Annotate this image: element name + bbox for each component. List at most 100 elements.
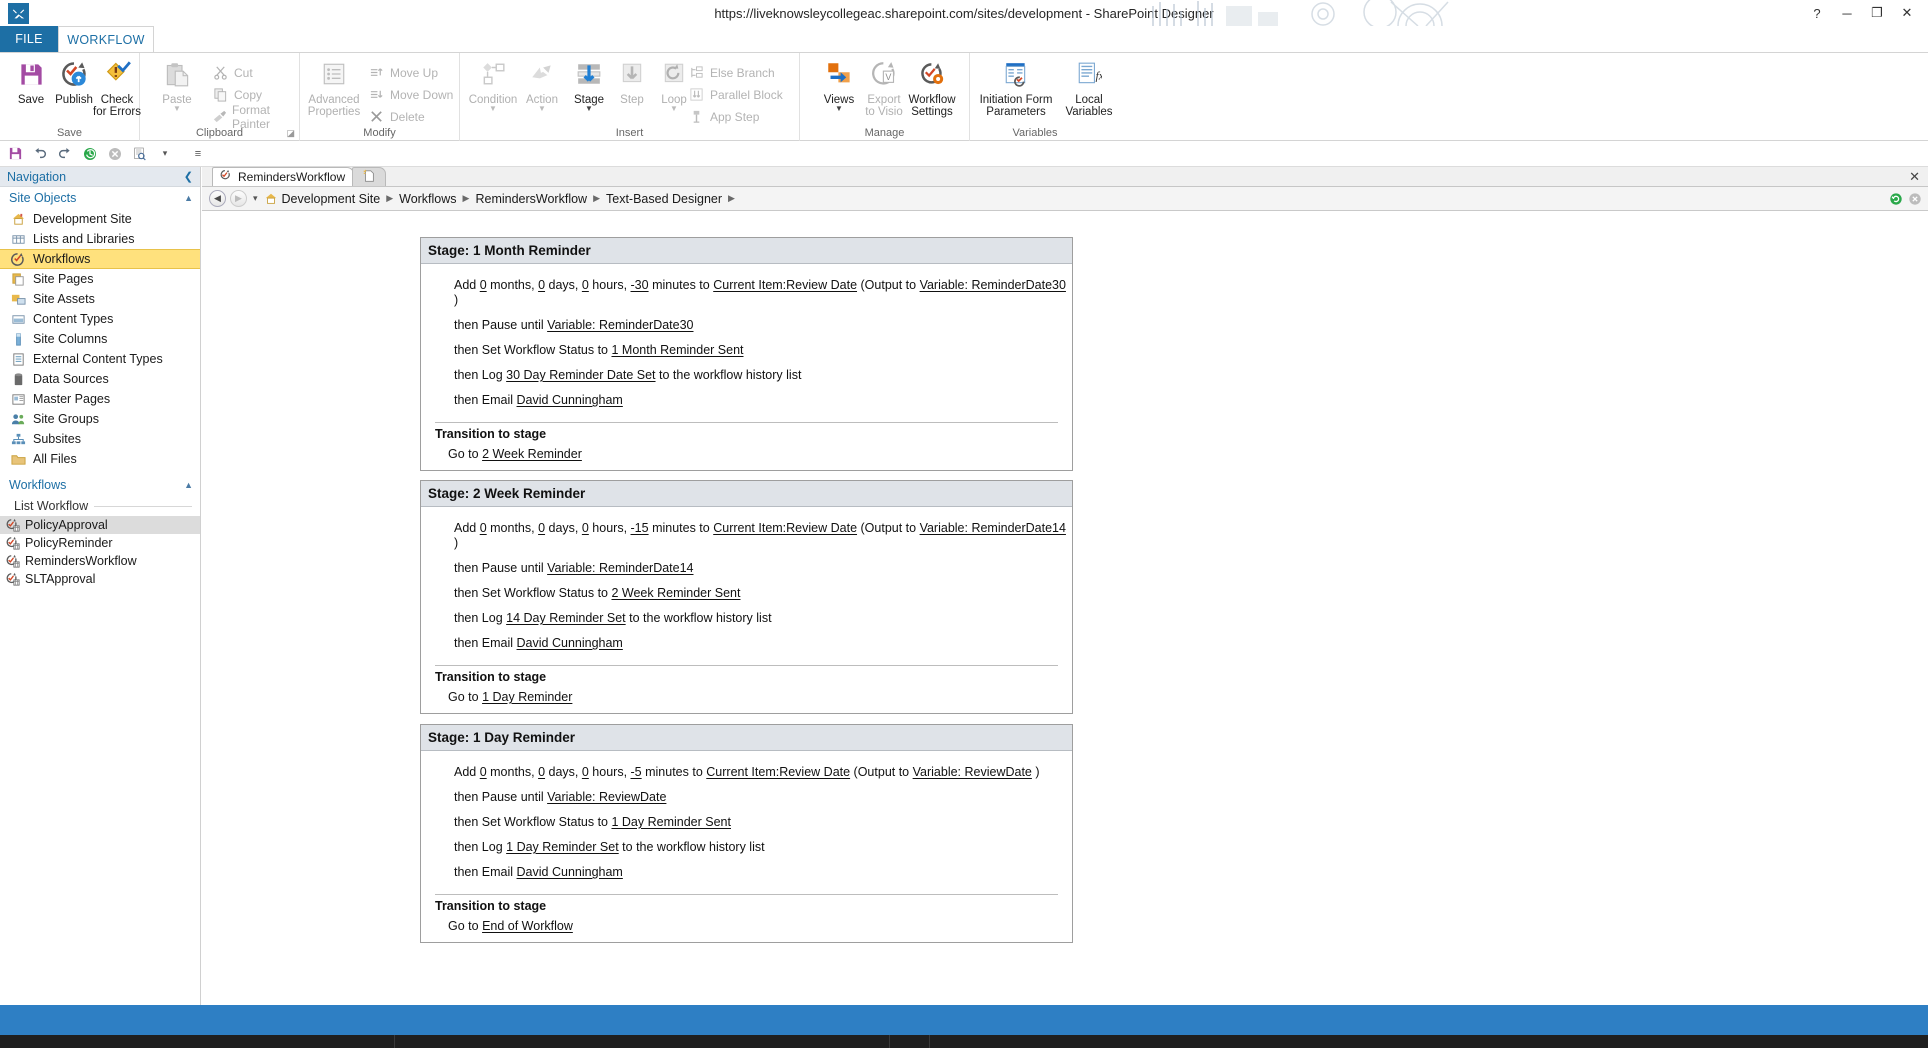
sidebar-item-development-site[interactable]: Development Site xyxy=(0,209,200,229)
workflow-step[interactable]: then Email David Cunningham xyxy=(421,388,1072,413)
clipboard-dialog-launcher[interactable]: ◪ xyxy=(286,128,295,139)
sidebar-item-external-content-types[interactable]: External Content Types xyxy=(0,349,200,369)
condition-dropdown-icon[interactable]: ▼ xyxy=(489,105,497,113)
workflow-step[interactable]: Add 0 months, 0 days, 0 hours, -30 minut… xyxy=(421,273,1072,313)
step-parameter[interactable]: 0 xyxy=(538,278,545,292)
step-parameter[interactable]: 1 Day Reminder Set xyxy=(506,840,619,854)
action-dropdown-icon[interactable]: ▼ xyxy=(538,105,546,113)
step-parameter[interactable]: 0 xyxy=(480,521,487,535)
views-dropdown-icon[interactable]: ▼ xyxy=(835,105,843,113)
parallel-block-button[interactable]: Parallel Block xyxy=(688,84,783,105)
step-parameter[interactable]: 1 Month Reminder Sent xyxy=(611,343,743,357)
check-for-errors-button[interactable]: Check for Errors xyxy=(88,57,146,123)
step-parameter[interactable]: -15 xyxy=(631,521,649,535)
workflow-settings-button[interactable]: Workflow Settings xyxy=(903,57,961,123)
step-parameter[interactable]: David Cunningham xyxy=(517,393,623,407)
stage-dropdown-icon[interactable]: ▼ xyxy=(585,105,593,113)
help-button[interactable]: ? xyxy=(1802,1,1832,25)
step-parameter[interactable]: 0 xyxy=(582,765,589,779)
step-parameter[interactable]: 0 xyxy=(480,278,487,292)
step-parameter[interactable]: 30 Day Reminder Date Set xyxy=(506,368,655,382)
step-parameter[interactable]: -30 xyxy=(631,278,649,292)
stage-title[interactable]: Stage: 1 Month Reminder xyxy=(421,238,1072,264)
qat-preview-dropdown-icon[interactable]: ▾ xyxy=(154,143,176,164)
taskbar-segment[interactable] xyxy=(0,1035,395,1048)
workflow-step[interactable]: then Log 1 Day Reminder Set to the workf… xyxy=(421,835,1072,860)
sidebar-item-master-pages[interactable]: Master Pages xyxy=(0,389,200,409)
workflow-step[interactable]: then Email David Cunningham xyxy=(421,631,1072,656)
transition-goto[interactable]: Go to End of Workflow xyxy=(421,915,1072,942)
breadcrumb-item-remindersworkflow[interactable]: RemindersWorkflow xyxy=(475,192,587,206)
step-parameter[interactable]: 0 xyxy=(582,278,589,292)
sidebar-item-site-groups[interactable]: Site Groups xyxy=(0,409,200,429)
workflow-step[interactable]: then Pause until Variable: ReviewDate xyxy=(421,785,1072,810)
loop-dropdown-icon[interactable]: ▼ xyxy=(670,105,678,113)
sidebar-item-site-pages[interactable]: Site Pages xyxy=(0,269,200,289)
qat-save-button[interactable] xyxy=(4,143,26,164)
step-parameter[interactable]: 0 xyxy=(538,765,545,779)
sidebar-item-site-columns[interactable]: Site Columns xyxy=(0,329,200,349)
workflow-step[interactable]: then Log 14 Day Reminder Set to the work… xyxy=(421,606,1072,631)
step-parameter[interactable]: 0 xyxy=(582,521,589,535)
workflow-step[interactable]: then Set Workflow Status to 1 Day Remind… xyxy=(421,810,1072,835)
move-up-button[interactable]: Move Up xyxy=(368,62,438,83)
workflow-step[interactable]: then Pause until Variable: ReminderDate3… xyxy=(421,313,1072,338)
refresh-icon[interactable] xyxy=(1888,191,1903,206)
step-parameter[interactable]: Variable: ReminderDate30 xyxy=(920,278,1066,292)
workflow-item-sltapproval[interactable]: SLTApproval xyxy=(0,570,200,588)
cut-button[interactable]: Cut xyxy=(212,62,253,83)
sidebar-item-site-assets[interactable]: Site Assets xyxy=(0,289,200,309)
step-parameter[interactable]: Current Item:Review Date xyxy=(706,765,850,779)
stage-title[interactable]: Stage: 1 Day Reminder xyxy=(421,725,1072,751)
step-parameter[interactable]: Current Item:Review Date xyxy=(713,278,857,292)
stage-title[interactable]: Stage: 2 Week Reminder xyxy=(421,481,1072,507)
step-parameter[interactable]: -5 xyxy=(631,765,642,779)
stage-block[interactable]: Stage: 1 Day Reminder Add 0 months, 0 da… xyxy=(420,724,1073,943)
workflow-step[interactable]: then Set Workflow Status to 1 Month Remi… xyxy=(421,338,1072,363)
advanced-properties-button[interactable]: Advanced Properties xyxy=(305,57,363,123)
workflow-step[interactable]: Add 0 months, 0 days, 0 hours, -15 minut… xyxy=(421,516,1072,556)
transition-goto[interactable]: Go to 2 Week Reminder xyxy=(421,443,1072,470)
paste-button[interactable]: Paste ▼ xyxy=(148,57,206,123)
workflow-step[interactable]: then Set Workflow Status to 2 Week Remin… xyxy=(421,581,1072,606)
sidebar-item-content-types[interactable]: Content Types xyxy=(0,309,200,329)
step-parameter[interactable]: 0 xyxy=(538,521,545,535)
taskbar-segment[interactable] xyxy=(890,1035,930,1048)
step-parameter[interactable]: Current Item:Review Date xyxy=(713,521,857,535)
step-parameter[interactable]: Variable: ReminderDate14 xyxy=(547,561,693,575)
breadcrumb-item-development-site[interactable]: Development Site xyxy=(282,192,381,206)
workflow-item-policyreminder[interactable]: PolicyReminder xyxy=(0,534,200,552)
qat-stop-button[interactable] xyxy=(104,143,126,164)
document-tab-remindersworkflow[interactable]: RemindersWorkflow xyxy=(212,167,355,186)
transition-goto[interactable]: Go to 1 Day Reminder xyxy=(421,686,1072,713)
document-tab-new[interactable] xyxy=(352,167,387,186)
breadcrumb-separator-icon[interactable]: ▶ xyxy=(384,193,395,204)
stage-block[interactable]: Stage: 2 Week Reminder Add 0 months, 0 d… xyxy=(420,480,1073,714)
tab-file[interactable]: FILE xyxy=(0,26,58,52)
paste-dropdown-icon[interactable]: ▼ xyxy=(173,105,181,113)
back-button[interactable]: ◀ xyxy=(209,190,226,207)
window-controls[interactable]: ? ─ ❐ ✕ xyxy=(1802,0,1922,26)
sidebar-item-all-files[interactable]: All Files xyxy=(0,449,200,469)
workflow-step[interactable]: then Log 30 Day Reminder Date Set to the… xyxy=(421,363,1072,388)
sidebar-item-lists-and-libraries[interactable]: Lists and Libraries xyxy=(0,229,200,249)
breadcrumb-item-text-based-designer[interactable]: Text-Based Designer xyxy=(606,192,722,206)
app-step-button[interactable]: App Step xyxy=(688,106,759,127)
delete-button[interactable]: Delete xyxy=(368,106,425,127)
breadcrumb-separator-icon[interactable]: ▶ xyxy=(461,193,472,204)
chevron-up-icon[interactable]: ▲ xyxy=(184,193,193,203)
restore-button[interactable]: ❐ xyxy=(1862,1,1892,25)
step-parameter[interactable]: 2 Week Reminder Sent xyxy=(611,586,740,600)
taskbar-segment[interactable] xyxy=(395,1035,890,1048)
workflow-step[interactable]: then Pause until Variable: ReminderDate1… xyxy=(421,556,1072,581)
qat-customize-button[interactable]: ≡ xyxy=(187,143,209,164)
qat-preview-button[interactable] xyxy=(129,143,151,164)
step-parameter[interactable]: David Cunningham xyxy=(517,865,623,879)
forward-button[interactable]: ▶ xyxy=(230,190,247,207)
tab-workflow[interactable]: WORKFLOW xyxy=(58,26,154,52)
step-parameter[interactable]: 0 xyxy=(480,765,487,779)
workflow-item-remindersworkflow[interactable]: RemindersWorkflow xyxy=(0,552,200,570)
workflows-section-header[interactable]: Workflows ▲ xyxy=(0,474,200,496)
move-down-button[interactable]: Move Down xyxy=(368,84,453,105)
site-objects-section-header[interactable]: Site Objects ▲ xyxy=(0,187,200,209)
